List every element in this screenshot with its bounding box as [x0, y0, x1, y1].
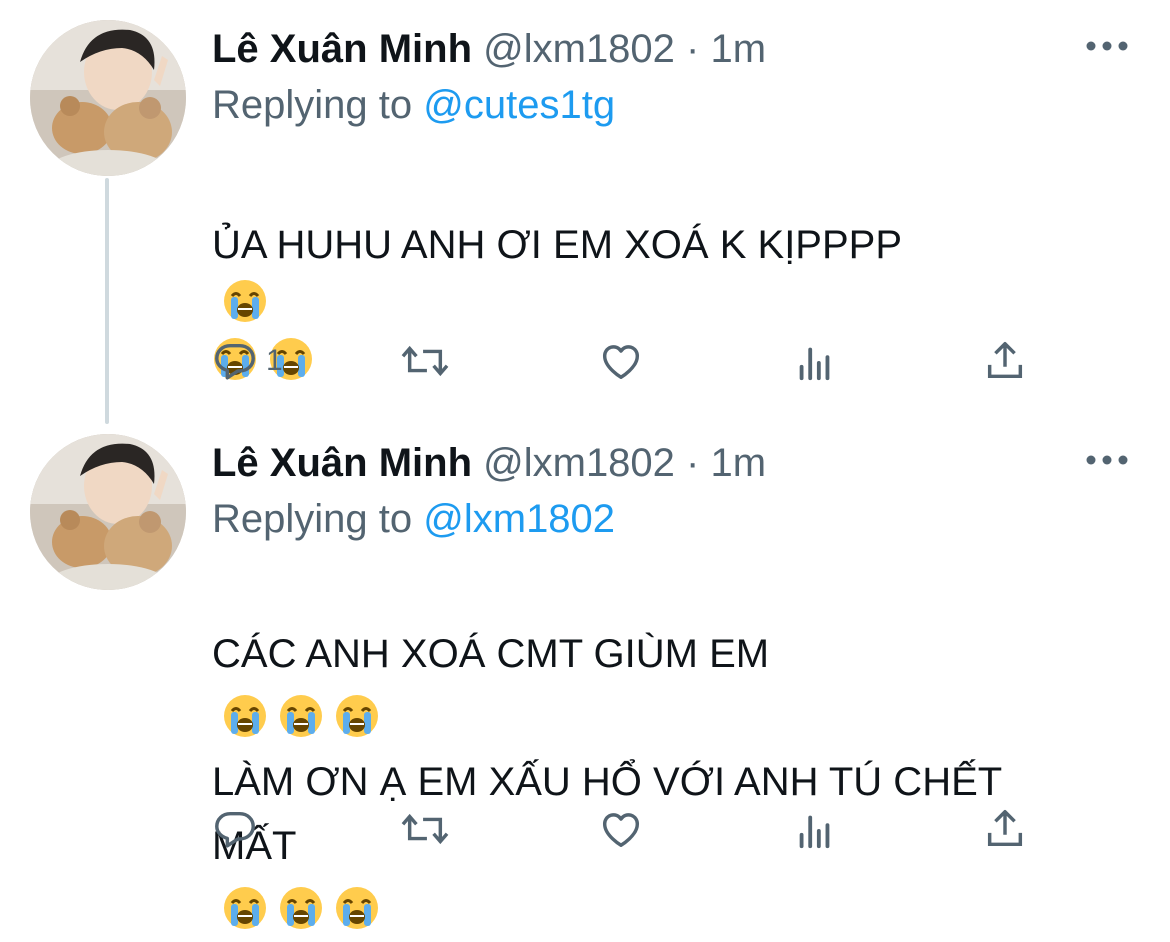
- share-upload-icon: [987, 810, 1023, 847]
- analytics-bars-icon: [799, 347, 830, 381]
- reply-bubble-icon: [215, 811, 255, 848]
- loudly-crying-face-icon: [224, 280, 266, 322]
- loudly-crying-face-icon: [280, 887, 322, 929]
- replying-to: Replying to @lxm1802: [212, 494, 615, 544]
- replying-to: Replying to @cutes1tg: [212, 80, 615, 130]
- replying-to-label: Replying to: [212, 83, 413, 127]
- user-handle[interactable]: @lxm1802: [483, 441, 675, 485]
- more-horizontal-icon[interactable]: [1084, 450, 1130, 470]
- tweet-text-line: LÀM ƠN Ạ EM XẤU HỔ VỚI ANH TÚ CHẾT: [212, 760, 1003, 804]
- display-name[interactable]: Lê Xuân Minh: [212, 27, 472, 71]
- replying-to-mention[interactable]: @lxm1802: [423, 497, 615, 541]
- reply-button[interactable]: 1: [212, 336, 283, 386]
- reply-bubble-icon: [215, 343, 255, 380]
- display-name[interactable]: Lê Xuân Minh: [212, 441, 472, 485]
- more-horizontal-icon[interactable]: [1084, 36, 1130, 56]
- analytics-bars-icon: [799, 815, 830, 849]
- loudly-crying-face-icon: [224, 887, 266, 929]
- tweet-text: CÁC ANH XOÁ CMT GIÙM EM LÀM ƠN Ạ EM XẤU …: [212, 558, 1132, 942]
- analytics-button[interactable]: [792, 336, 838, 386]
- like-button[interactable]: [598, 804, 644, 854]
- timestamp[interactable]: 1m: [711, 441, 767, 485]
- loudly-crying-face-icon: [336, 695, 378, 737]
- separator-dot: ·: [686, 441, 700, 485]
- reply-count: 1: [266, 344, 283, 377]
- heart-icon: [602, 345, 640, 380]
- analytics-button[interactable]: [792, 804, 838, 854]
- retweet-button[interactable]: [400, 804, 450, 854]
- tweet-actions: 1: [212, 336, 1112, 386]
- retweet-button[interactable]: [400, 336, 450, 386]
- replying-to-mention[interactable]: @cutes1tg: [423, 83, 615, 127]
- separator-dot: ·: [686, 27, 700, 71]
- tweet-text-line: CÁC ANH XOÁ CMT GIÙM EM: [212, 632, 770, 676]
- timestamp[interactable]: 1m: [711, 27, 767, 71]
- loudly-crying-face-icon: [280, 695, 322, 737]
- share-button[interactable]: [982, 336, 1028, 386]
- share-upload-icon: [987, 342, 1023, 379]
- retweet-icon: [401, 813, 449, 845]
- tweet-text-content: ỦA HUHU ANH ƠI EM XOÁ K KỊPPPP: [212, 223, 903, 267]
- user-handle[interactable]: @lxm1802: [483, 27, 675, 71]
- heart-icon: [602, 813, 640, 848]
- loudly-crying-face-icon: [336, 887, 378, 929]
- tweet-actions: [212, 804, 1112, 854]
- thread-connector-line: [105, 178, 109, 424]
- like-button[interactable]: [598, 336, 644, 386]
- avatar[interactable]: [30, 20, 186, 176]
- share-button[interactable]: [982, 804, 1028, 854]
- tweet-header: Lê Xuân Minh @lxm1802 · 1m: [212, 24, 766, 74]
- retweet-icon: [401, 345, 449, 377]
- replying-to-label: Replying to: [212, 497, 413, 541]
- avatar[interactable]: [30, 434, 186, 590]
- loudly-crying-face-icon: [224, 695, 266, 737]
- tweet-header: Lê Xuân Minh @lxm1802 · 1m: [212, 438, 766, 488]
- reply-button[interactable]: [212, 804, 266, 854]
